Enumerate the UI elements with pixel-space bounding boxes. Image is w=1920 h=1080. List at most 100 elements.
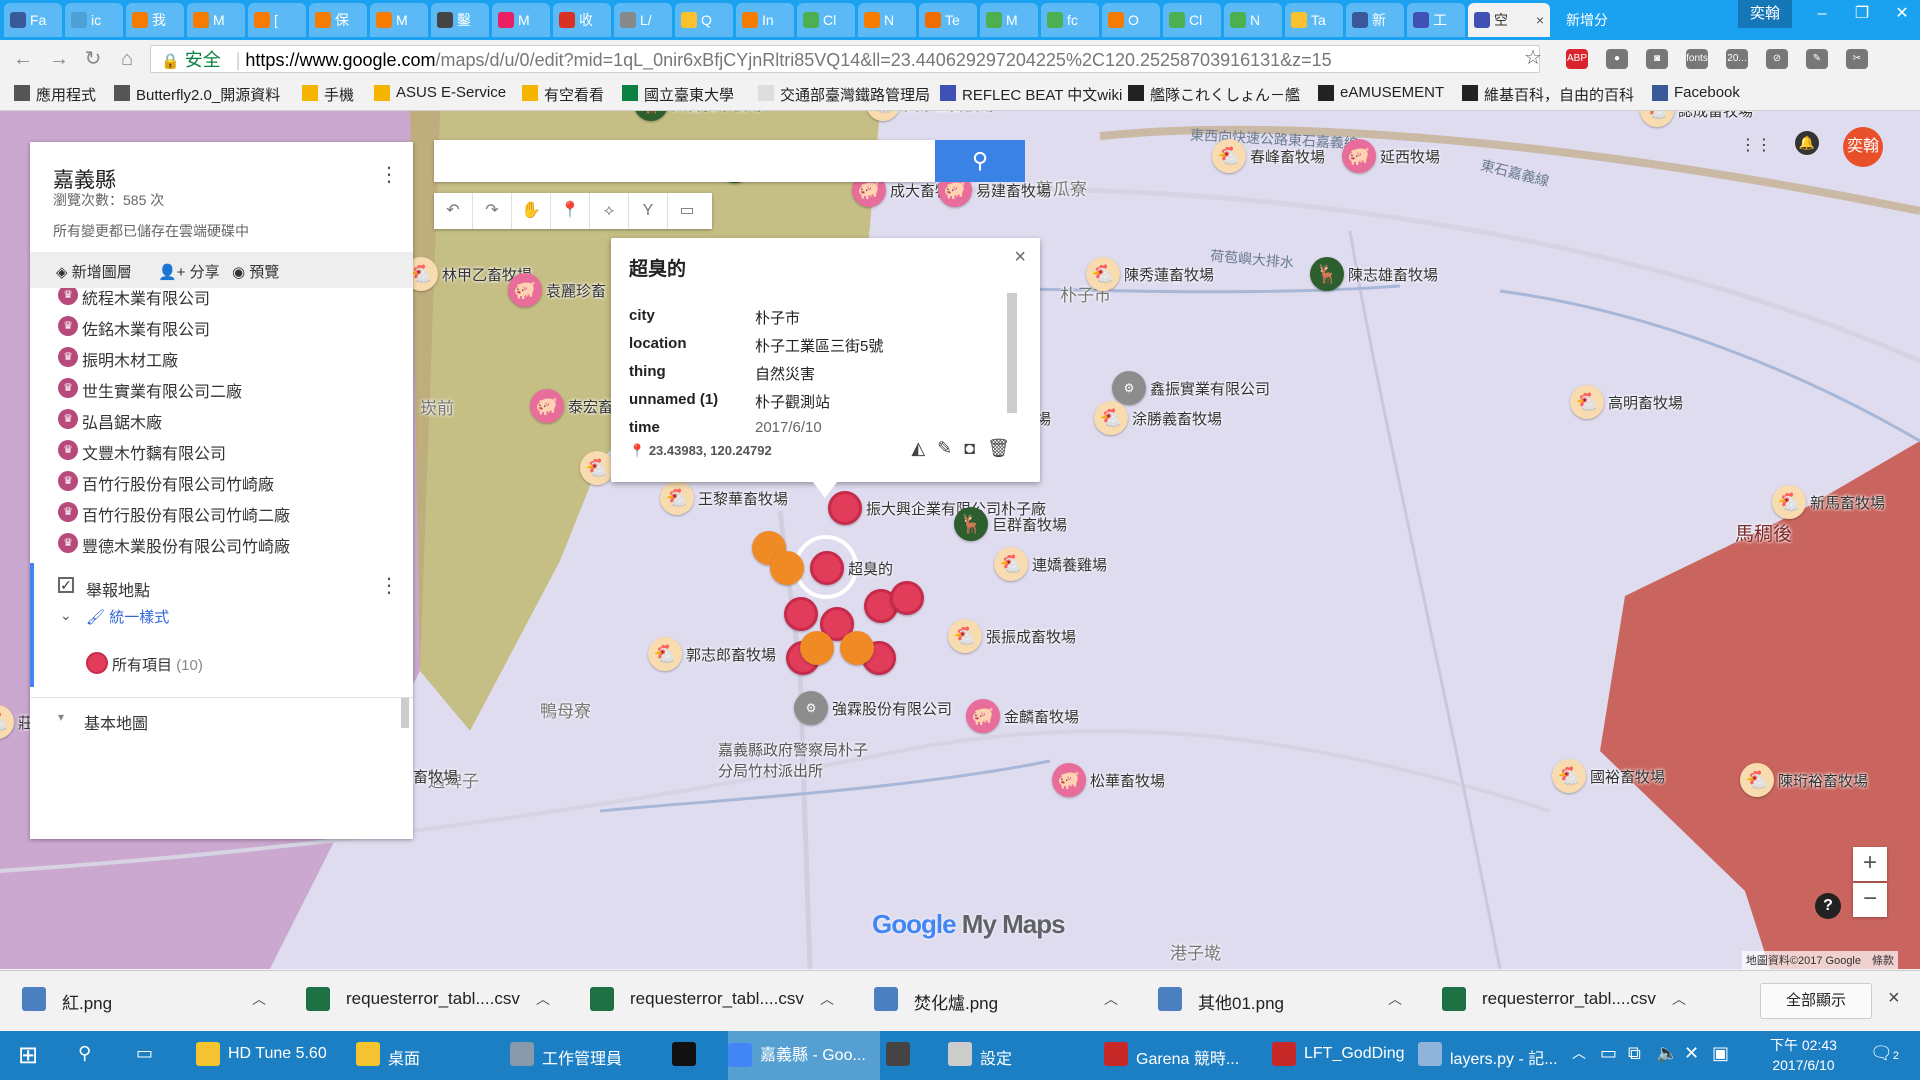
browser-tab[interactable]: 收 bbox=[553, 3, 611, 37]
notifications-icon[interactable]: 🔔 bbox=[1795, 131, 1819, 155]
bookmark-item[interactable]: 有空看看 bbox=[522, 84, 604, 105]
factory-marker-icon[interactable]: ⚙ bbox=[1112, 371, 1146, 405]
browser-tab[interactable]: O bbox=[1102, 3, 1160, 37]
bookmark-item[interactable]: ASUS E-Service bbox=[374, 84, 506, 101]
chevron-up-icon[interactable]: ︿ bbox=[252, 989, 266, 1009]
account-avatar[interactable]: 奕翰 bbox=[1843, 127, 1883, 167]
task-view-icon[interactable]: ▭ bbox=[136, 1043, 153, 1064]
browser-tab[interactable]: 我 bbox=[126, 3, 184, 37]
browser-tab[interactable]: M bbox=[370, 3, 428, 37]
download-item[interactable]: requesterror_tabl....csv ︿ bbox=[590, 987, 834, 1011]
feature-list-item[interactable]: ♛ 世生實業有限公司二廠 bbox=[58, 378, 242, 402]
chevron-up-icon[interactable]: ︿ bbox=[820, 989, 834, 1009]
show-all-downloads-button[interactable]: 全部顯示 bbox=[1760, 983, 1872, 1019]
close-icon[interactable]: × bbox=[1014, 246, 1026, 269]
share-button[interactable]: 👤+ 分享 bbox=[158, 261, 220, 282]
block-icon[interactable]: ⊘ bbox=[1766, 49, 1788, 69]
browser-tab[interactable]: In bbox=[736, 3, 794, 37]
pan-hand-icon[interactable]: ✋ bbox=[512, 193, 551, 229]
panel-scrollbar[interactable] bbox=[401, 698, 409, 728]
feature-list-item[interactable]: ♛ 佐銘木業有限公司 bbox=[58, 316, 210, 340]
search-icon[interactable]: ⚲ bbox=[78, 1043, 91, 1064]
basemap-section[interactable]: ▾ 基本地圖 bbox=[30, 697, 413, 738]
layer-visibility-checkbox[interactable]: ✓ bbox=[58, 577, 74, 593]
home-button[interactable]: ⌂ bbox=[114, 46, 140, 72]
browser-tab[interactable]: M bbox=[492, 3, 550, 37]
chick-marker-icon[interactable]: 🐔 bbox=[1570, 385, 1604, 419]
pig-marker-icon[interactable]: 🐖 bbox=[508, 273, 542, 307]
close-window-button[interactable]: ✕ bbox=[1882, 0, 1920, 28]
extension-icon[interactable]: ● bbox=[1606, 49, 1628, 69]
feature-list-item[interactable]: ♛ 振明木材工廠 bbox=[58, 347, 178, 371]
chick-marker-icon[interactable]: 🐔 bbox=[994, 547, 1028, 581]
browser-tab[interactable]: Te bbox=[919, 3, 977, 37]
browser-tab[interactable]: fc bbox=[1041, 3, 1099, 37]
feature-list-item[interactable]: ♛ 豐德木業股份有限公司竹崎廠 bbox=[58, 533, 290, 557]
bookmark-item[interactable]: REFLEC BEAT 中文wiki bbox=[940, 84, 1122, 105]
bookmark-item[interactable]: 維基百科，自由的百科 bbox=[1462, 84, 1634, 105]
bookmark-item[interactable]: 應用程式 bbox=[14, 84, 96, 105]
browser-tab[interactable]: N bbox=[858, 3, 916, 37]
tray-chevron-icon[interactable]: ︿ bbox=[1572, 1043, 1586, 1063]
extension-icon[interactable]: ◙ bbox=[1646, 49, 1668, 69]
deer-marker-icon[interactable]: 🦌 bbox=[954, 507, 988, 541]
extension-icon[interactable]: ✎ bbox=[1806, 49, 1828, 69]
download-item[interactable]: requesterror_tabl....csv ︿ bbox=[306, 987, 550, 1011]
chick-marker-icon[interactable]: 🐔 bbox=[1772, 485, 1806, 519]
extension-icon[interactable]: 20... bbox=[1726, 49, 1748, 69]
factory-marker-icon[interactable]: ⚙ bbox=[794, 691, 828, 725]
bookmark-item[interactable]: 艦隊これくしょん－艦 bbox=[1128, 84, 1300, 105]
browser-tab[interactable]: Cl bbox=[797, 3, 855, 37]
browser-tab[interactable]: M bbox=[187, 3, 245, 37]
taskbar-app[interactable]: 設定 bbox=[948, 1042, 1012, 1069]
red-marker-icon[interactable] bbox=[86, 652, 108, 674]
map-search-input[interactable] bbox=[434, 140, 936, 182]
extension-icon[interactable]: ✂ bbox=[1846, 49, 1868, 69]
download-item[interactable]: 焚化爐.png ︿ bbox=[874, 987, 1118, 1014]
bookmark-item[interactable]: eAMUSEMENT bbox=[1318, 84, 1444, 101]
chevron-up-icon[interactable]: ︿ bbox=[1388, 989, 1402, 1009]
browser-tab[interactable]: N bbox=[1224, 3, 1282, 37]
chick-marker-icon[interactable]: 🐔 bbox=[948, 619, 982, 653]
chick-marker-icon[interactable]: 🐔 bbox=[660, 481, 694, 515]
chick-marker-icon[interactable]: 🐔 bbox=[1740, 763, 1774, 797]
redo-button[interactable]: ↷ bbox=[473, 193, 512, 229]
browser-tab[interactable]: M bbox=[980, 3, 1038, 37]
close-icon[interactable]: × bbox=[1888, 987, 1900, 1010]
forward-button[interactable]: → bbox=[46, 46, 72, 72]
browser-tab-active[interactable]: 空 × bbox=[1468, 3, 1550, 37]
download-item[interactable]: 紅.png ︿ bbox=[22, 987, 266, 1014]
map-search-button[interactable]: ⚲ bbox=[935, 140, 1025, 182]
browser-tab[interactable]: 新 bbox=[1346, 3, 1404, 37]
browser-tab[interactable]: Fa bbox=[4, 3, 62, 37]
chick-marker-icon[interactable]: 🐔 bbox=[1094, 401, 1128, 435]
maximize-button[interactable]: ❐ bbox=[1842, 0, 1882, 28]
pig-marker-icon[interactable]: 🐖 bbox=[1052, 763, 1086, 797]
info-scrollbar[interactable] bbox=[1007, 293, 1017, 413]
profile-button[interactable]: 奕翰 bbox=[1738, 0, 1792, 28]
download-item[interactable]: 其他01.png ︿ bbox=[1158, 987, 1402, 1014]
tab-close-icon[interactable]: × bbox=[1536, 3, 1544, 37]
taskbar-app[interactable]: HD Tune 5.60 bbox=[196, 1042, 327, 1066]
undo-button[interactable]: ↶ bbox=[434, 193, 473, 229]
browser-tab[interactable]: 工 bbox=[1407, 3, 1465, 37]
directions-icon[interactable]: Y bbox=[629, 193, 668, 229]
preview-button[interactable]: ◉ 預覽 bbox=[232, 261, 279, 282]
bookmark-item[interactable]: 交通部臺灣鐵路管理局 bbox=[758, 84, 930, 105]
chick-marker-icon[interactable]: 🐔 bbox=[1086, 257, 1120, 291]
map-canvas[interactable]: 嘉義縣政府警察局朴子分局竹村派出所 鴨母寮 過埤子 苦瓜寮 朴子市 崁前 馬稠後… bbox=[0, 111, 1920, 969]
chick-marker-icon[interactable]: 🐔 bbox=[648, 637, 682, 671]
orange-marker-icon[interactable] bbox=[770, 551, 804, 585]
report-marker-icon[interactable] bbox=[890, 581, 924, 615]
expand-icon[interactable]: ▾ bbox=[58, 710, 64, 724]
orange-marker-icon[interactable] bbox=[800, 631, 834, 665]
chick-marker-icon[interactable]: 🐔 bbox=[1212, 139, 1246, 173]
map-copyright[interactable]: 地圖資料©2017 Google 條款 bbox=[1741, 951, 1898, 969]
deer-marker-icon[interactable]: 🦌 bbox=[1310, 257, 1344, 291]
browser-tab[interactable]: Q bbox=[675, 3, 733, 37]
all-items-label[interactable]: 所有項目 (10) bbox=[112, 654, 203, 675]
taskbar-app[interactable]: LFT_GodDing bbox=[1272, 1042, 1405, 1066]
pig-marker-icon[interactable]: 🐖 bbox=[966, 699, 1000, 733]
battery-icon[interactable]: ▭ bbox=[1600, 1043, 1617, 1064]
browser-tab[interactable]: Cl bbox=[1163, 3, 1221, 37]
